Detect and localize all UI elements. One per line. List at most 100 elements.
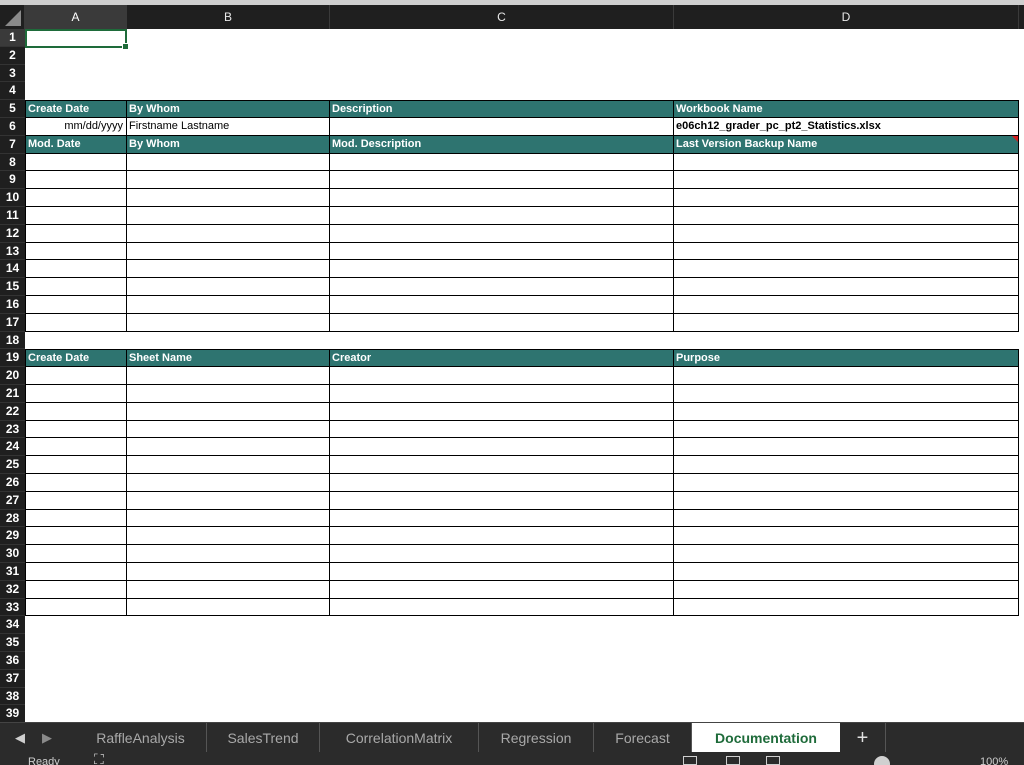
cell-d26[interactable]: [674, 474, 1019, 492]
row-header-14[interactable]: 14: [0, 260, 25, 279]
cell-d24[interactable]: [674, 438, 1019, 457]
row-header-10[interactable]: 10: [0, 189, 25, 207]
cell-a23[interactable]: [25, 420, 127, 439]
cell-c10[interactable]: [330, 189, 674, 207]
row-header-18[interactable]: 18: [0, 332, 25, 350]
column-header-c[interactable]: C: [330, 5, 674, 29]
header-cell-b7[interactable]: By Whom: [127, 135, 330, 154]
cell-a22[interactable]: [25, 402, 127, 421]
sheet-tab-salestrend[interactable]: SalesTrend: [207, 723, 320, 752]
cell-a32[interactable]: [25, 580, 127, 599]
header-cell-d5[interactable]: Workbook Name: [674, 100, 1019, 118]
row-header-12[interactable]: 12: [0, 225, 25, 243]
cell-c30[interactable]: [330, 545, 674, 563]
cell-d32[interactable]: [674, 580, 1019, 599]
row-header-37[interactable]: 37: [0, 670, 25, 688]
cell-a33[interactable]: [25, 598, 127, 617]
header-cell-d7[interactable]: Last Version Backup Name: [674, 135, 1019, 154]
sheet-tab-documentation[interactable]: Documentation: [692, 723, 840, 752]
cell-b12[interactable]: [127, 224, 330, 243]
row-header-1[interactable]: 1: [0, 29, 25, 47]
header-cell-b19[interactable]: Sheet Name: [127, 349, 330, 368]
row-header-2[interactable]: 2: [0, 47, 25, 65]
tab-scroll-prev-icon[interactable]: ◀: [11, 723, 29, 753]
cell-a13[interactable]: [25, 242, 127, 261]
cell-b10[interactable]: [127, 189, 330, 207]
cell-d28[interactable]: [674, 509, 1019, 528]
zoom-slider-handle[interactable]: [874, 756, 890, 765]
cell-d12[interactable]: [674, 224, 1019, 243]
cell-a12[interactable]: [25, 224, 127, 243]
cell-b25[interactable]: [127, 456, 330, 474]
row-header-28[interactable]: 28: [0, 510, 25, 528]
row-header-25[interactable]: 25: [0, 456, 25, 474]
cell-c21[interactable]: [330, 385, 674, 403]
cell-c14[interactable]: [330, 260, 674, 279]
cell-b14[interactable]: [127, 260, 330, 279]
cell-c13[interactable]: [330, 242, 674, 261]
cell-a26[interactable]: [25, 474, 127, 492]
cell-c17[interactable]: [330, 313, 674, 332]
row-header-4[interactable]: 4: [0, 82, 25, 101]
cell-d23[interactable]: [674, 420, 1019, 439]
cell-c12[interactable]: [330, 224, 674, 243]
cell-d17[interactable]: [674, 313, 1019, 332]
row-header-9[interactable]: 9: [0, 171, 25, 190]
cell-b33[interactable]: [127, 598, 330, 617]
cell-a30[interactable]: [25, 545, 127, 563]
row-header-5[interactable]: 5: [0, 100, 25, 118]
cell-d15[interactable]: [674, 278, 1019, 296]
cell-d22[interactable]: [674, 402, 1019, 421]
cell-d21[interactable]: [674, 385, 1019, 403]
row-header-6[interactable]: 6: [0, 118, 25, 136]
row-header-11[interactable]: 11: [0, 207, 25, 225]
cell-a31[interactable]: [25, 563, 127, 581]
row-header-26[interactable]: 26: [0, 474, 25, 492]
cell-b22[interactable]: [127, 402, 330, 421]
cell-c31[interactable]: [330, 563, 674, 581]
header-cell-c7[interactable]: Mod. Description: [330, 135, 674, 154]
cell-d16[interactable]: [674, 296, 1019, 314]
cell-b27[interactable]: [127, 491, 330, 510]
row-header-23[interactable]: 23: [0, 421, 25, 439]
select-all-button[interactable]: [0, 5, 25, 29]
row-header-15[interactable]: 15: [0, 278, 25, 296]
tab-scroll-next-icon[interactable]: ▶: [38, 723, 56, 753]
row-header-8[interactable]: 8: [0, 154, 25, 172]
zoom-level-text[interactable]: 100%: [980, 756, 1008, 765]
sheet-tab-regression[interactable]: Regression: [479, 723, 594, 752]
header-cell-d19[interactable]: Purpose: [674, 349, 1019, 368]
cell-b32[interactable]: [127, 580, 330, 599]
row-header-34[interactable]: 34: [0, 616, 25, 635]
cell-d8[interactable]: [674, 153, 1019, 172]
cell-c25[interactable]: [330, 456, 674, 474]
cell-a6[interactable]: mm/dd/yyyy: [25, 118, 127, 136]
sheet-tab-raffleanalysis[interactable]: RaffleAnalysis: [75, 723, 207, 752]
row-header-22[interactable]: 22: [0, 403, 25, 421]
row-header-38[interactable]: 38: [0, 688, 25, 706]
cell-b26[interactable]: [127, 474, 330, 492]
row-header-13[interactable]: 13: [0, 243, 25, 261]
cell-a29[interactable]: [25, 527, 127, 546]
cell-d29[interactable]: [674, 527, 1019, 546]
cell-c29[interactable]: [330, 527, 674, 546]
cell-c27[interactable]: [330, 491, 674, 510]
normal-view-icon[interactable]: [683, 756, 697, 765]
comment-indicator[interactable]: [1012, 135, 1018, 142]
cell-a20[interactable]: [25, 367, 127, 385]
cell-d9[interactable]: [674, 171, 1019, 190]
cell-b24[interactable]: [127, 438, 330, 457]
cell-d33[interactable]: [674, 598, 1019, 617]
cell-b8[interactable]: [127, 153, 330, 172]
row-header-31[interactable]: 31: [0, 563, 25, 581]
cell-c32[interactable]: [330, 580, 674, 599]
cell-c15[interactable]: [330, 278, 674, 296]
cell-d11[interactable]: [674, 207, 1019, 225]
row-header-33[interactable]: 33: [0, 599, 25, 617]
cell-d25[interactable]: [674, 456, 1019, 474]
cell-a28[interactable]: [25, 509, 127, 528]
cell-c24[interactable]: [330, 438, 674, 457]
header-cell-a5[interactable]: Create Date: [25, 100, 127, 118]
row-header-27[interactable]: 27: [0, 492, 25, 510]
sheet-tab-correlationmatrix[interactable]: CorrelationMatrix: [320, 723, 479, 752]
